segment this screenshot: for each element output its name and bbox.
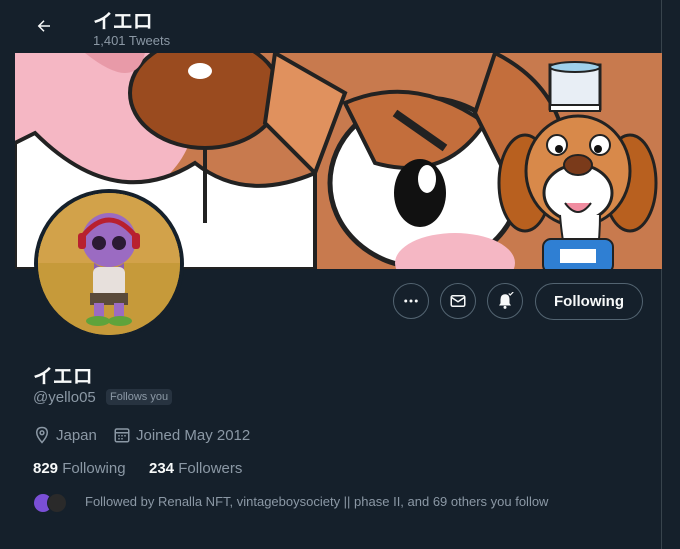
user-handle: @yello05 bbox=[33, 389, 96, 406]
more-icon bbox=[404, 299, 418, 303]
more-button[interactable] bbox=[393, 283, 429, 319]
following-button[interactable]: Following bbox=[535, 283, 643, 320]
left-rail bbox=[0, 0, 15, 549]
avatar-image bbox=[38, 193, 180, 335]
following-label: Following bbox=[62, 460, 126, 477]
following-link[interactable]: 829 Following bbox=[33, 460, 126, 477]
arrow-left-icon bbox=[37, 20, 50, 32]
location: Japan bbox=[33, 426, 97, 444]
profile-column: イエロ 1,401 Tweets Following イエロ @yello05 … bbox=[15, 0, 662, 549]
scrollbar[interactable] bbox=[661, 0, 680, 549]
avatar[interactable] bbox=[38, 193, 180, 335]
followers-label: Followers bbox=[178, 460, 243, 477]
display-name: イエロ bbox=[33, 366, 93, 388]
location-pin-icon bbox=[35, 426, 49, 444]
calendar-icon bbox=[114, 428, 130, 443]
followed-by-text: Followed by Renalla NFT, vintageboysocie… bbox=[85, 494, 549, 509]
follows-you-badge: Follows you bbox=[106, 389, 173, 405]
followers-link[interactable]: 234 Followers bbox=[149, 460, 242, 477]
join-date-text: Joined May 2012 bbox=[136, 426, 251, 444]
message-button[interactable] bbox=[440, 283, 476, 319]
location-text: Japan bbox=[56, 426, 97, 444]
back-button[interactable] bbox=[27, 9, 61, 43]
followers-count: 234 bbox=[149, 460, 175, 477]
join-date: Joined May 2012 bbox=[113, 426, 250, 444]
avatar bbox=[47, 493, 67, 513]
envelope-icon bbox=[450, 295, 466, 307]
header-title: イエロ bbox=[93, 11, 153, 33]
tweet-count: 1,401 Tweets bbox=[93, 33, 171, 48]
avatar-frame[interactable] bbox=[34, 189, 184, 339]
profile-header: イエロ 1,401 Tweets bbox=[15, 0, 662, 53]
followed-by-row[interactable]: Followed by Renalla NFT, vintageboysocie… bbox=[33, 491, 633, 513]
following-count: 829 bbox=[33, 460, 59, 477]
bell-icon bbox=[499, 292, 514, 309]
notify-button[interactable] bbox=[487, 283, 523, 319]
